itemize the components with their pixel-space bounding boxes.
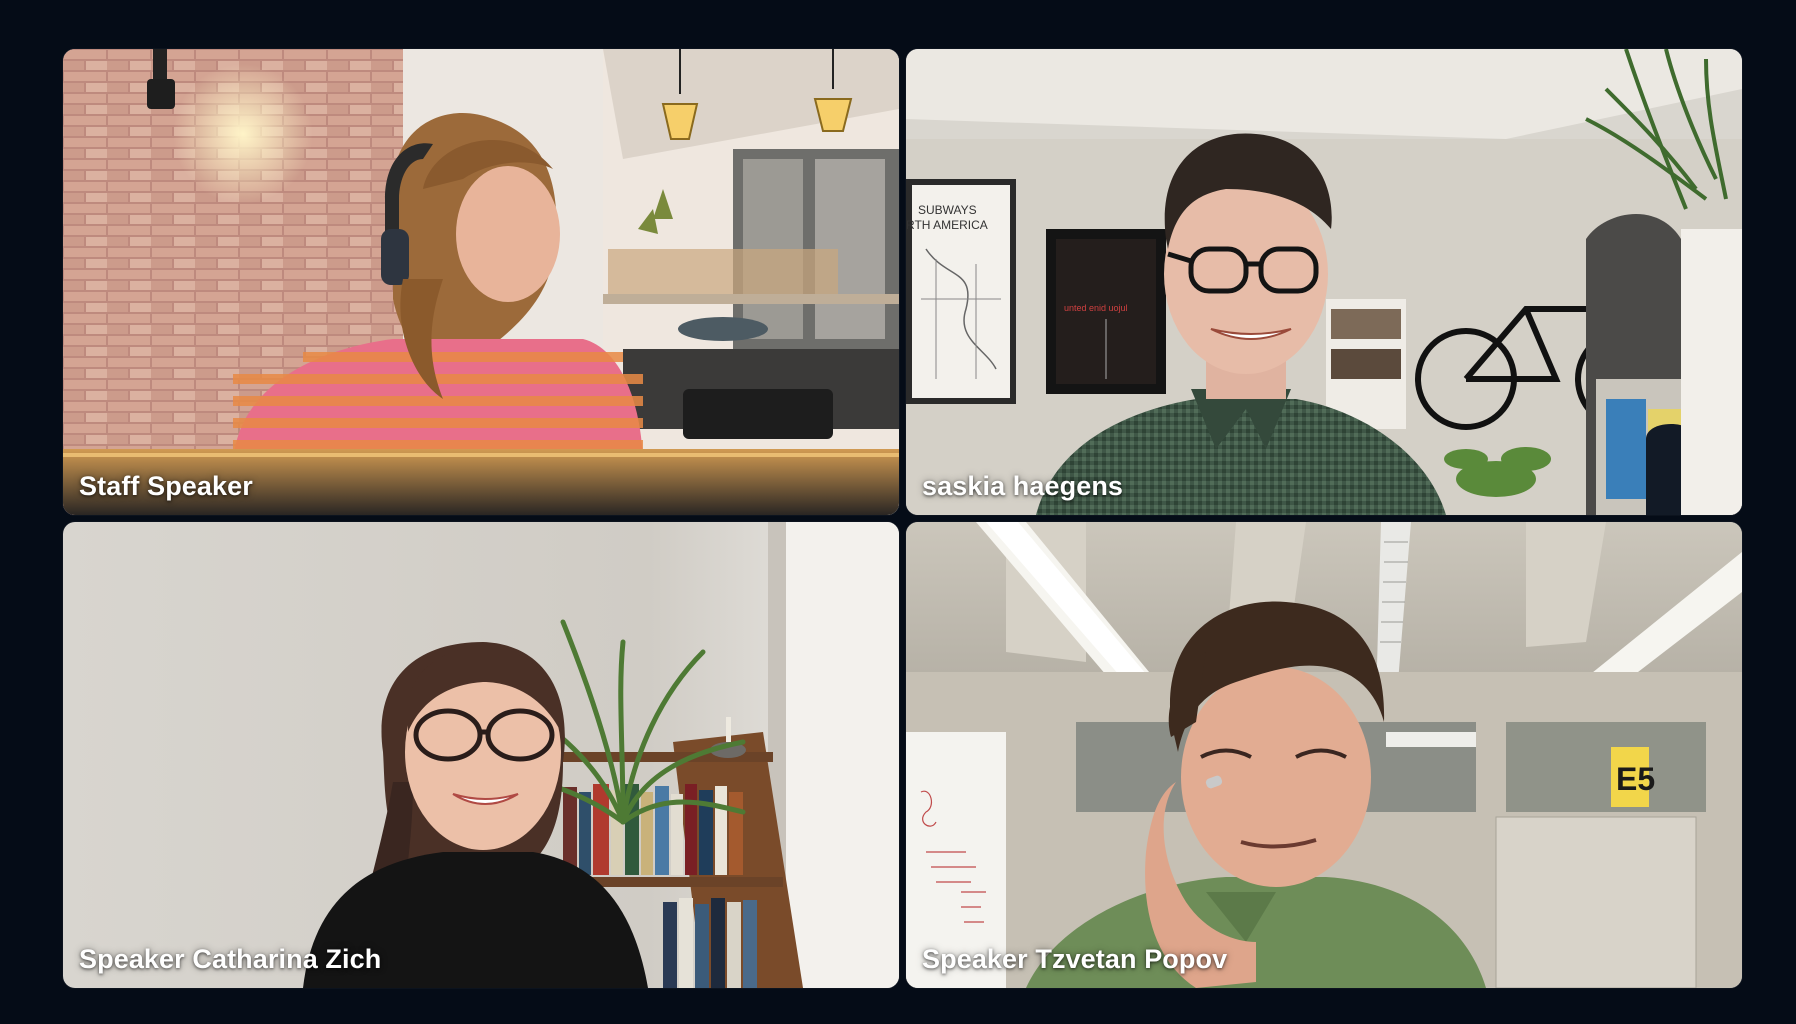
participant-name: Speaker Tzvetan Popov [922, 944, 1228, 974]
svg-text:SUBWAYS: SUBWAYS [918, 203, 977, 217]
participant-name: Staff Speaker [79, 471, 253, 501]
participant-tile-saskia-haegens[interactable]: SUBWAYS RTH AMERICA unted enid uojul sas… [906, 49, 1742, 515]
participant-tile-staff-speaker[interactable]: Staff Speaker [63, 49, 899, 515]
room-sign: E5 [1616, 761, 1655, 797]
participant-name: Speaker Catharina Zich [79, 944, 382, 974]
participant-tile-catharina-zich[interactable]: Speaker Catharina Zich [63, 522, 899, 988]
video-call-grid: Staff Speaker SUBWAYS RTH AMERICA unted [0, 0, 1796, 1024]
participant-video [63, 522, 899, 988]
participant-video [63, 49, 899, 515]
participant-name: saskia haegens [922, 471, 1124, 501]
participant-video: E5 [906, 522, 1742, 988]
participant-video: SUBWAYS RTH AMERICA unted enid uojul [906, 49, 1742, 515]
svg-text:unted enid uojul: unted enid uojul [1064, 303, 1128, 313]
participant-tile-tzvetan-popov[interactable]: E5 Speaker Tzvetan Popov [906, 522, 1742, 988]
svg-text:RTH AMERICA: RTH AMERICA [906, 218, 988, 232]
